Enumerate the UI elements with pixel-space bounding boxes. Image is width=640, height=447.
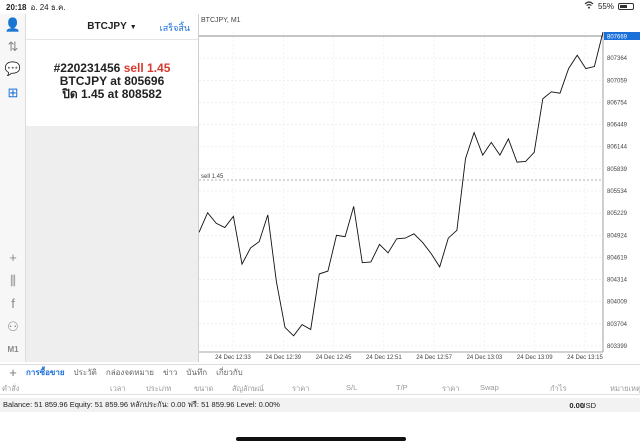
trading-app: 20:18 อ. 24 ธ.ค. 55% 👤 ⇅ 💬 ⊞ + ⫼ f ⚇ M1 BTCJPY ▼ … xyxy=(0,0,640,447)
column-header[interactable]: ราคา xyxy=(292,383,309,395)
column-header[interactable]: ประเภท xyxy=(146,383,171,395)
tab-5[interactable]: เกี่ยวกับ xyxy=(216,366,243,379)
price-tick-label: 806754 xyxy=(607,100,628,106)
trade-icon[interactable]: ⇅ xyxy=(4,38,22,56)
crosshair-icon[interactable]: + xyxy=(4,248,22,266)
price-tick-label: 806449 xyxy=(607,123,628,129)
price-tick-label: 807364 xyxy=(607,56,628,62)
balance-row: Balance: 51 859.96 Equity: 51 859.96 หลั… xyxy=(0,398,640,412)
status-time: 20:18 xyxy=(6,2,27,12)
order-level-label: sell 1.45 xyxy=(201,174,224,180)
column-header[interactable]: S/L xyxy=(346,383,357,392)
order-ticket: #220231456 xyxy=(53,61,121,75)
order-side: sell 1.45 xyxy=(123,61,171,75)
price-tick-label: 804009 xyxy=(607,300,628,306)
close-price: 808582 xyxy=(121,87,162,101)
time-tick-label: 24 Dec 12:51 xyxy=(366,355,402,361)
time-tick-label: 24 Dec 13:09 xyxy=(517,355,553,361)
price-tick-label: 807059 xyxy=(607,78,628,84)
price-line xyxy=(199,31,604,337)
column-header[interactable]: เวลา xyxy=(110,383,126,395)
price-tick-label: 803399 xyxy=(607,344,628,350)
balance-currency: USD xyxy=(580,400,596,410)
status-bar: 20:18 อ. 24 ธ.ค. 55% xyxy=(0,0,640,14)
order-panel-background xyxy=(26,126,198,362)
chart-type-icon[interactable]: ⫼ xyxy=(4,272,22,290)
add-icon[interactable]: + xyxy=(0,365,26,380)
column-header[interactable]: คำสั่ง xyxy=(2,383,19,395)
column-header[interactable]: ราคา xyxy=(442,383,459,395)
account-icon[interactable]: 👤 xyxy=(4,16,22,34)
price-tick-label: 804924 xyxy=(607,233,628,239)
left-toolbar: 👤 ⇅ 💬 ⊞ + ⫼ f ⚇ M1 xyxy=(0,14,26,362)
home-indicator[interactable] xyxy=(236,437,406,441)
symbol-selector[interactable]: BTCJPY ▼ xyxy=(87,21,136,32)
status-date: อ. 24 ธ.ค. xyxy=(30,2,66,12)
trade-columns-header: คำสั่ง เวลา ประเภท ขนาด สัญลักษณ์ ราคา S/L T/P ร… xyxy=(0,381,640,395)
column-header[interactable]: T/P xyxy=(396,383,408,392)
order-result: #220231456 sell 1.45 BTCJPY at 805696 ปิ… xyxy=(26,62,198,101)
order-panel-header: BTCJPY ▼ เสร็จสิ้น xyxy=(26,14,198,40)
tab-4[interactable]: บันทึก xyxy=(186,366,207,379)
wifi-icon xyxy=(584,1,594,11)
price-tick-label: 805229 xyxy=(607,211,628,217)
current-price-label: 807669 xyxy=(607,35,628,41)
price-tick-label: 803704 xyxy=(607,322,628,328)
chat-icon[interactable]: 💬 xyxy=(4,60,22,78)
bottom-tabs: + การซื้อขาย ประวัติ กล่องจดหมาย ข่าว บันทึก… xyxy=(0,364,640,380)
chevron-down-icon: ▼ xyxy=(129,24,137,31)
time-tick-label: 24 Dec 13:15 xyxy=(567,355,603,361)
column-header[interactable]: กำไร xyxy=(550,383,567,395)
new-order-icon[interactable]: ⊞ xyxy=(4,84,22,102)
battery-icon xyxy=(618,2,634,10)
column-header[interactable]: หมายเหตุ xyxy=(610,383,640,395)
tab-3[interactable]: ข่าว xyxy=(163,366,177,379)
time-tick-label: 24 Dec 12:33 xyxy=(215,355,251,361)
column-header[interactable]: ขนาด xyxy=(194,383,213,395)
price-tick-label: 806144 xyxy=(607,145,628,151)
tab-1[interactable]: ประวัติ xyxy=(74,366,97,379)
battery-percent: 55% xyxy=(597,1,614,11)
indicator-icon[interactable]: f xyxy=(4,294,22,312)
done-button[interactable]: เสร็จสิ้น xyxy=(160,21,190,35)
tab-0[interactable]: การซื้อขาย xyxy=(26,366,65,379)
column-header[interactable]: Swap xyxy=(480,383,499,392)
column-header[interactable]: สัญลักษณ์ xyxy=(232,383,264,395)
time-tick-label: 24 Dec 12:39 xyxy=(265,355,301,361)
tab-2[interactable]: กล่องจดหมาย xyxy=(106,366,154,379)
time-tick-label: 24 Dec 12:57 xyxy=(416,355,452,361)
time-tick-label: 24 Dec 13:03 xyxy=(467,355,503,361)
price-tick-label: 804314 xyxy=(607,278,628,284)
price-chart[interactable]: BTCJPY, M1 807669 807364 807059 806754 806449… xyxy=(198,14,640,362)
price-tick-label: 804619 xyxy=(607,255,628,261)
objects-icon[interactable]: ⚇ xyxy=(4,318,22,336)
order-close-line: ปิด 1.45 at 808582 xyxy=(62,87,162,101)
chart-title: BTCJPY, M1 xyxy=(201,17,241,24)
timeframe-icon[interactable]: M1 xyxy=(4,340,22,358)
balance-summary: Balance: 51 859.96 Equity: 51 859.96 หลั… xyxy=(3,400,280,409)
price-tick-label: 805534 xyxy=(607,189,628,195)
order-panel: BTCJPY ▼ เสร็จสิ้น #220231456 sell 1.45 B… xyxy=(26,14,198,126)
price-chart-svg: BTCJPY, M1 807669 807364 807059 806754 806449… xyxy=(199,17,640,361)
price-tick-label: 805839 xyxy=(607,167,628,173)
time-tick-label: 24 Dec 12:45 xyxy=(316,355,352,361)
